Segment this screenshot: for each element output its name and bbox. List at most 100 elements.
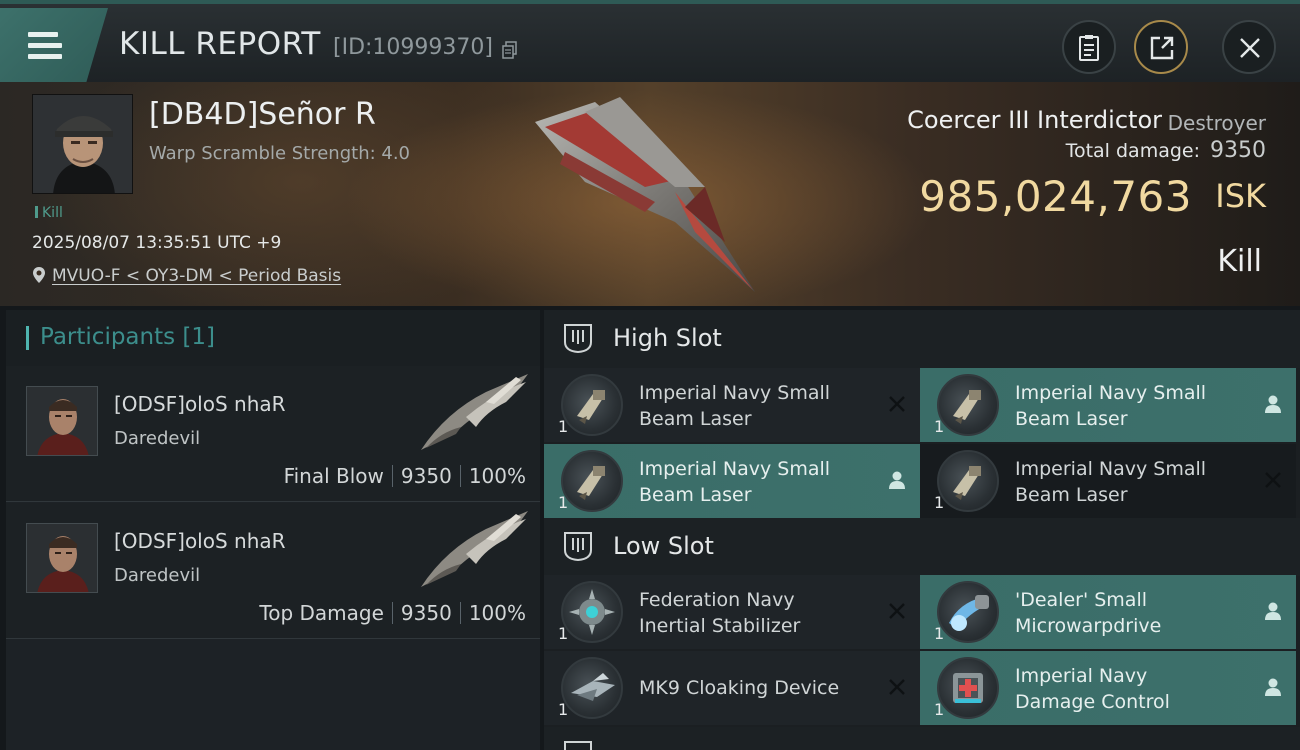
low-slot-header: Low Slot (544, 518, 1300, 576)
damage-percent: 100% (468, 464, 526, 488)
module-name-line1: Imperial Navy Small (1015, 382, 1207, 404)
total-damage-label: Total damage: (1065, 140, 1200, 162)
module-name: MK9 Cloaking Device (639, 675, 869, 701)
dropped-person-icon (1265, 395, 1281, 413)
participants-title: Participants [1] (40, 324, 215, 350)
module-quantity: 1 (934, 417, 945, 436)
kill-tag: Kill (35, 205, 63, 221)
next-slot-header (544, 727, 1300, 750)
dropped-person-icon (889, 471, 905, 489)
victim-avatar-image (33, 95, 132, 193)
destroyed-x-icon (889, 396, 905, 412)
module-name-line1: 'Dealer' Small (1015, 589, 1147, 611)
microwarpdrive-icon (937, 581, 999, 643)
module-name-line2: Damage Control (1015, 691, 1170, 713)
stat-label: Top Damage (259, 601, 384, 625)
participant-ship-image (421, 374, 528, 450)
module-item[interactable]: 1 Imperial Navy Small Beam Laser (544, 444, 920, 518)
victim-portrait[interactable] (32, 94, 133, 194)
stat-label: Final Blow (283, 464, 384, 488)
location-link[interactable]: MVUO-F < OY3-DM < Period Basis (52, 266, 341, 286)
close-button[interactable] (1222, 20, 1276, 74)
report-id: [ID:10999370] (333, 35, 493, 60)
participants-panel: Participants [1] [ODSF]oloS nhaR Daredev… (6, 310, 540, 750)
module-name-line2: Beam Laser (639, 484, 752, 506)
victim-ship-class: Destroyer (1167, 111, 1266, 135)
kill-location[interactable]: MVUO-F < OY3-DM < Period Basis (32, 266, 341, 286)
high-slot-header: High Slot (544, 310, 1300, 368)
victim-ship-image (535, 97, 755, 292)
damage-percent: 100% (468, 601, 526, 625)
module-item[interactable]: 1 Imperial Navy Damage Control (920, 651, 1296, 725)
dropped-person-icon (1265, 678, 1281, 696)
victim-ship-name[interactable]: Coercer III Interdictor (907, 106, 1162, 134)
module-quantity: 1 (558, 493, 569, 512)
warp-scramble-strength: Warp Scramble Strength: 4.0 (149, 143, 411, 164)
module-quantity: 1 (934, 493, 945, 512)
low-slot-icon (564, 532, 592, 562)
participant-portrait-image (27, 387, 97, 455)
beam-laser-icon (561, 374, 623, 436)
module-name: Imperial Navy Small Beam Laser (639, 456, 869, 508)
participant-name[interactable]: [ODSF]oloS nhaR (114, 529, 286, 553)
module-name-line1: Imperial Navy (1015, 665, 1148, 687)
slot-icon (564, 741, 592, 750)
module-name-line2: Microwarpdrive (1015, 615, 1162, 637)
module-quantity: 1 (558, 417, 569, 436)
clipboard-button[interactable] (1062, 20, 1116, 74)
module-name: 'Dealer' Small Microwarpdrive (1015, 587, 1245, 639)
inertial-stabilizer-icon (561, 581, 623, 643)
module-name: Imperial Navy Damage Control (1015, 663, 1245, 715)
hamburger-menu-icon (28, 32, 62, 65)
damage-control-icon (937, 657, 999, 719)
destroyed-x-icon (889, 679, 905, 695)
module-name-line2: Inertial Stabilizer (639, 615, 801, 637)
section-accent-bar (26, 326, 29, 350)
module-name: Imperial Navy Small Beam Laser (1015, 456, 1245, 508)
module-item[interactable]: 1 'Dealer' Small Microwarpdrive (920, 575, 1296, 649)
destroyed-x-icon (1265, 472, 1281, 488)
participant-ship: Daredevil (114, 565, 201, 586)
module-item[interactable]: 1 Imperial Navy Small Beam Laser (920, 368, 1296, 442)
beam-laser-icon (937, 374, 999, 436)
fitting-panel: High Slot 1 Imperial Navy Small Beam Lase… (544, 310, 1300, 750)
clipboard-icon (1079, 35, 1099, 61)
damage-value: 9350 (400, 601, 452, 625)
copy-icon[interactable] (502, 41, 518, 59)
module-name-line1: MK9 Cloaking Device (639, 677, 840, 699)
total-damage-value: 9350 (1210, 138, 1266, 163)
module-name: Federation Navy Inertial Stabilizer (639, 587, 869, 639)
title-bar: KILL REPORT [ID:10999370] (0, 0, 1300, 82)
module-name-line2: Beam Laser (1015, 484, 1128, 506)
high-slot-label: High Slot (613, 324, 722, 352)
dropped-person-icon (1265, 602, 1281, 620)
module-item[interactable]: 1 Imperial Navy Small Beam Laser (544, 368, 920, 442)
share-button[interactable] (1134, 20, 1188, 74)
damage-value: 9350 (400, 464, 452, 488)
kill-datetime: 2025/08/07 13:35:51 UTC +9 (32, 233, 282, 253)
participant-name[interactable]: [ODSF]oloS nhaR (114, 392, 286, 416)
module-quantity: 1 (558, 624, 569, 643)
victim-name[interactable]: [DB4D]Señor R (149, 97, 376, 132)
participant-row[interactable]: [ODSF]oloS nhaR Daredevil Final Blow 9350… (6, 366, 540, 502)
participant-row[interactable]: [ODSF]oloS nhaR Daredevil Top Damage 9350… (6, 503, 540, 639)
participants-header[interactable]: Participants [1] (6, 310, 540, 366)
stat-divider (391, 465, 393, 487)
participant-avatar[interactable] (26, 523, 98, 593)
location-pin-icon (33, 267, 45, 283)
participant-avatar[interactable] (26, 386, 98, 456)
module-item[interactable]: 1 MK9 Cloaking Device (544, 651, 920, 725)
isk-unit: ISK (1215, 177, 1266, 215)
menu-button[interactable] (0, 8, 108, 82)
module-name-line2: Beam Laser (639, 408, 752, 430)
stat-divider (391, 602, 393, 624)
share-icon (1150, 36, 1174, 60)
module-name-line1: Imperial Navy Small (639, 458, 831, 480)
module-quantity: 1 (934, 700, 945, 719)
isk-value: 985,024,763 (919, 172, 1192, 221)
high-slot-icon (564, 324, 592, 354)
module-quantity: 1 (934, 624, 945, 643)
module-item[interactable]: 1 Federation Navy Inertial Stabilizer (544, 575, 920, 649)
participant-stats: Final Blow 9350 100% (284, 464, 526, 488)
module-item[interactable]: 1 Imperial Navy Small Beam Laser (920, 444, 1296, 518)
